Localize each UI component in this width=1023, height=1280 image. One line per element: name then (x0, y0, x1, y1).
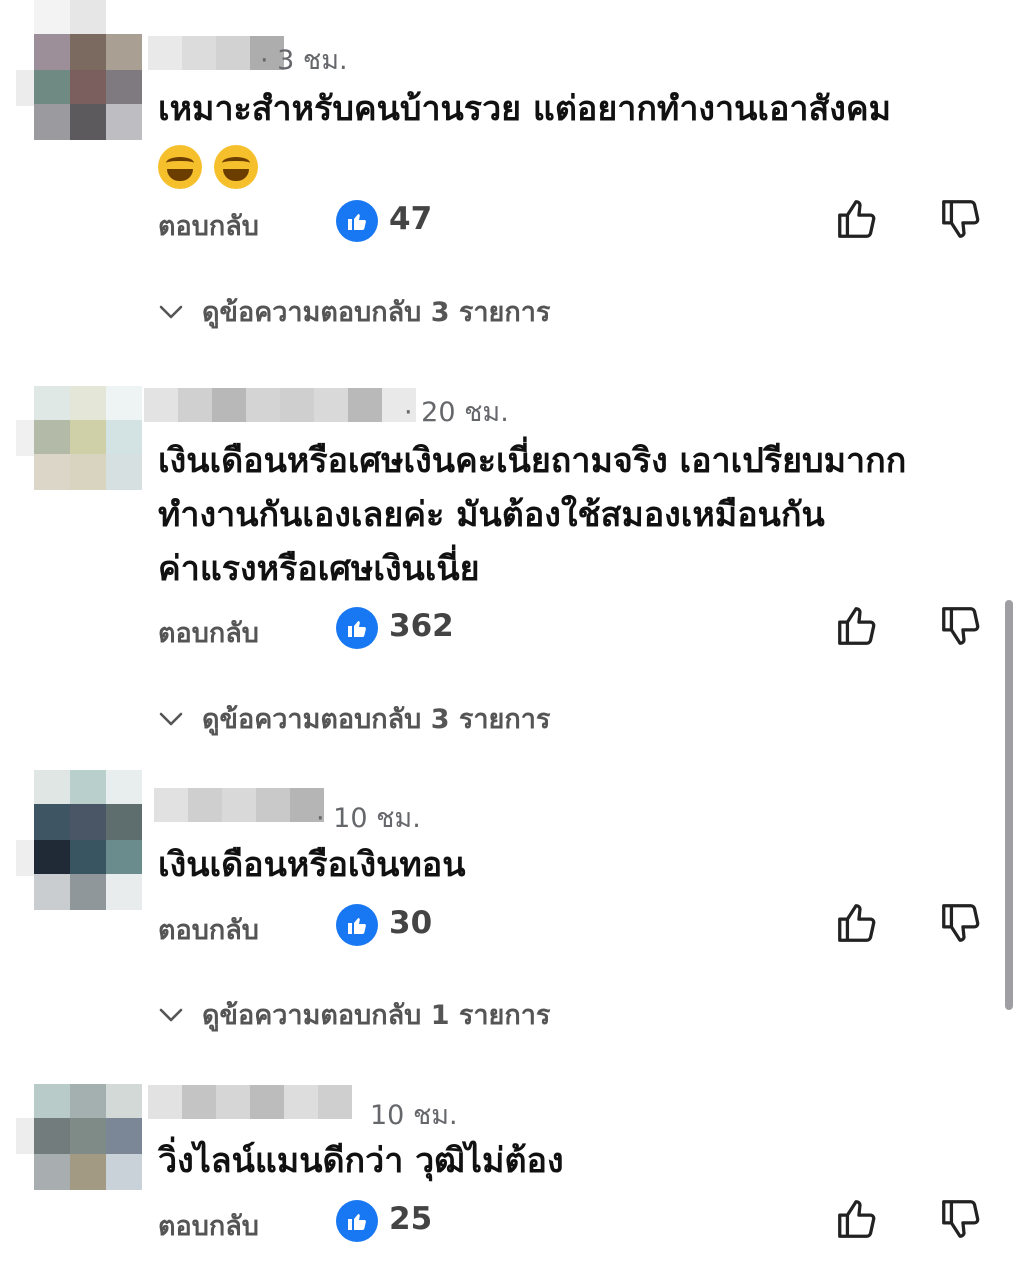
view-replies-button[interactable]: ดูข้อความตอบกลับ 1 รายการ (158, 993, 550, 1036)
reply-button[interactable]: ตอบกลับ (158, 611, 259, 654)
username-blurred[interactable] (154, 788, 324, 822)
scrollbar[interactable] (1005, 600, 1013, 1010)
comment-actions: ตอบกลับ 25 (0, 1192, 1023, 1252)
thumbs-up-outline-icon[interactable] (834, 900, 880, 946)
username-blurred[interactable] (144, 388, 416, 422)
chevron-down-icon (159, 305, 183, 318)
like-count: 47 (389, 201, 433, 237)
thumbs-down-outline-icon[interactable] (938, 1196, 984, 1242)
like-count: 25 (389, 1201, 433, 1237)
avatar[interactable] (16, 770, 156, 910)
comment-time: · 3 ชม. (260, 45, 348, 76)
comment-time: 10 ชม. (370, 1100, 458, 1131)
avatar[interactable] (16, 0, 156, 140)
thumbs-up-icon (336, 200, 378, 242)
view-replies-label: ดูข้อความตอบกลับ 3 รายการ (202, 704, 551, 735)
like-count: 30 (389, 905, 433, 941)
comment-actions: ตอบกลับ 362 (0, 599, 1023, 659)
comment-text: เหมาะสำหรับคนบ้านรวย แต่อยากทำงานเอาสังค… (158, 82, 983, 192)
rolling-on-floor-laughing-emoji (214, 144, 258, 189)
comment-actions: ตอบกลับ 30 (0, 896, 1023, 956)
thumbs-up-icon (336, 607, 378, 649)
thumbs-up-outline-icon[interactable] (834, 1196, 880, 1242)
thumbs-up-icon (336, 1200, 378, 1242)
rolling-on-floor-laughing-emoji (158, 144, 202, 189)
view-replies-label: ดูข้อความตอบกลับ 3 รายการ (202, 297, 551, 328)
reply-button[interactable]: ตอบกลับ (158, 908, 259, 951)
avatar[interactable] (16, 350, 156, 490)
thumbs-up-outline-icon[interactable] (834, 603, 880, 649)
comment-time: · 20 ชม. (404, 397, 509, 428)
view-replies-button[interactable]: ดูข้อความตอบกลับ 3 รายการ (158, 697, 550, 740)
view-replies-label: ดูข้อความตอบกลับ 1 รายการ (202, 1000, 551, 1031)
username-blurred[interactable] (148, 1085, 352, 1119)
chevron-down-icon (159, 1008, 183, 1021)
comment-text: วิ่งไลน์แมนดีกว่า วุฒิไม่ต้อง (158, 1141, 564, 1181)
comment-text: เงินเดือนหรือเงินทอน (158, 845, 466, 885)
thumbs-up-outline-icon[interactable] (834, 196, 880, 242)
comment-text: เงินเดือนหรือเศษเงินคะเนี่ยถามจริง เอาเป… (158, 441, 907, 589)
thumbs-down-outline-icon[interactable] (938, 900, 984, 946)
thumbs-down-outline-icon[interactable] (938, 603, 984, 649)
like-count: 362 (389, 608, 454, 644)
reply-button[interactable]: ตอบกลับ (158, 1204, 259, 1247)
comment-time: · 10 ชม. (316, 803, 421, 834)
reply-button[interactable]: ตอบกลับ (158, 204, 259, 247)
comment-actions: ตอบกลับ 47 (0, 192, 1023, 252)
thumbs-up-icon (336, 904, 378, 946)
thumbs-down-outline-icon[interactable] (938, 196, 984, 242)
chevron-down-icon (159, 712, 183, 725)
view-replies-button[interactable]: ดูข้อความตอบกลับ 3 รายการ (158, 290, 550, 333)
